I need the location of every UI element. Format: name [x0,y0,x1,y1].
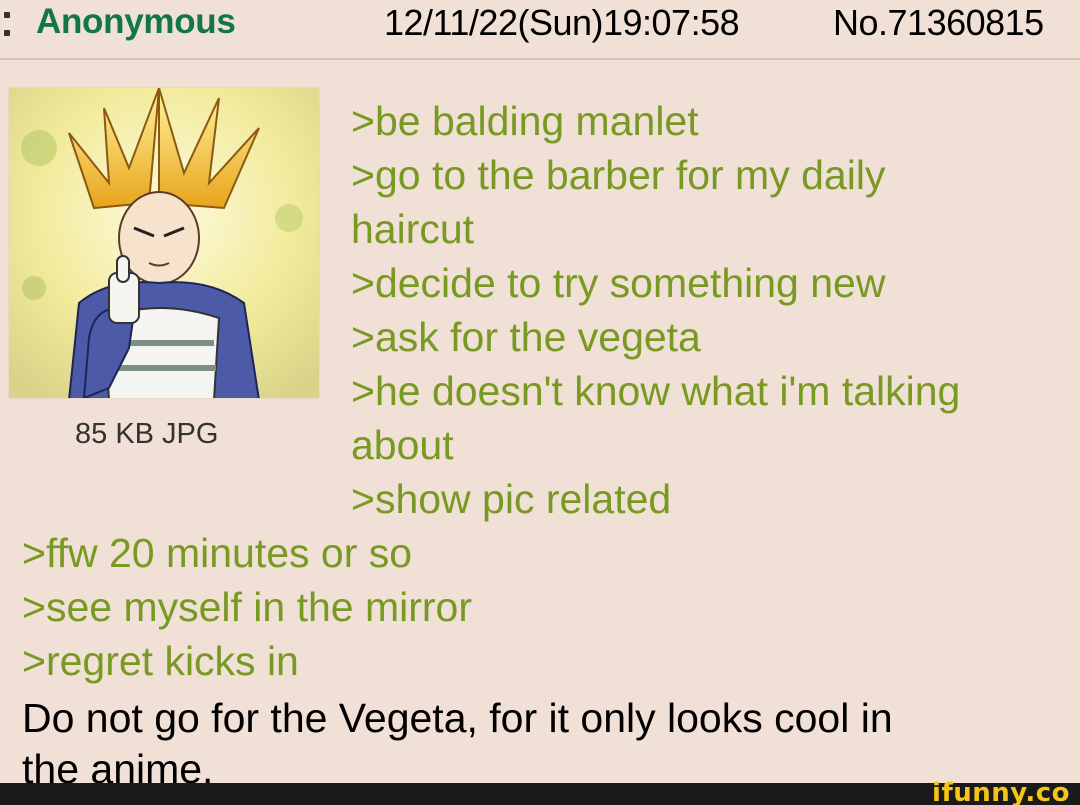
closing-text: Do not go for the Vegeta, for it only lo… [22,695,893,741]
ifunny-watermark: ifunny.co [932,778,1070,805]
post-number-link[interactable]: No.71360815 [833,2,1044,44]
greentext-line: haircut [351,206,475,252]
post-datetime: 12/11/22(Sun)19:07:58 [384,2,740,43]
greentext-line: >show pic related [351,476,672,522]
greentext-line: >decide to try something new [351,260,886,306]
post-body-continued: >ffw 20 minutes or so >see myself in the… [22,526,1072,796]
watermark-bar [0,783,1080,805]
greentext-line: about [351,422,454,468]
post-thumbnail-image[interactable] [8,87,320,399]
greentext-line: >ask for the vegeta [351,314,701,360]
vegeta-image-icon [9,88,319,398]
greentext-line: >go to the barber for my daily [351,152,886,198]
file-info[interactable]: 85 KB JPG [75,418,218,451]
post-header: Anonymous 12/11/22(Sun)19:07:58 No.71360… [0,0,1080,46]
greentext-line: >ffw 20 minutes or so [22,530,413,576]
header-divider [0,58,1080,60]
greentext-line: >he doesn't know what i'm talking [351,368,961,414]
post-options-icon[interactable] [4,12,10,36]
greentext-line: >see myself in the mirror [22,584,472,630]
greentext-line: >regret kicks in [22,638,299,684]
post-body: >be balding manlet >go to the barber for… [351,94,1071,526]
poster-name: Anonymous [36,2,236,41]
greentext-line: >be balding manlet [351,98,699,144]
post-container: Anonymous 12/11/22(Sun)19:07:58 No.71360… [0,0,1080,805]
